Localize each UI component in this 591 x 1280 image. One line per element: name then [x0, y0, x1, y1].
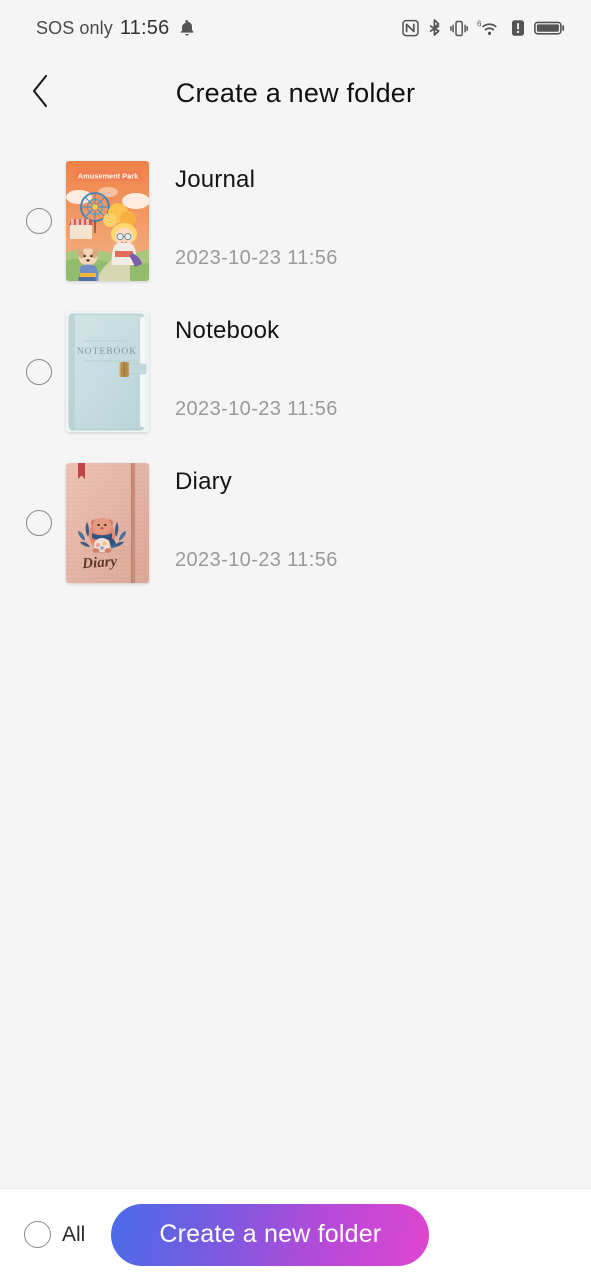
- mint-leather-notebook-cover-art: NOTEBOOK: [66, 311, 149, 432]
- wifi-6-icon: 6: [477, 19, 502, 38]
- select-all-control[interactable]: All: [24, 1221, 85, 1248]
- folder-template-list: Amusement Park Journal 2023-10-23 11:56 …: [0, 131, 591, 1188]
- item-radio-journal[interactable]: [26, 207, 52, 234]
- status-bar: SOS only 11:56 6: [0, 0, 591, 56]
- carrier-label: SOS only: [36, 17, 113, 38]
- item-meta: Journal 2023-10-23 11:56: [175, 161, 591, 281]
- phone-screen: SOS only 11:56 6 Create a new folder Amu…: [0, 0, 591, 1280]
- select-all-label: All: [62, 1222, 86, 1246]
- item-title: Journal: [175, 165, 256, 193]
- item-meta: Notebook 2023-10-23 11:56: [175, 312, 591, 432]
- list-item[interactable]: Amusement Park Journal 2023-10-23 11:56: [0, 145, 591, 296]
- status-bar-left: SOS only 11:56: [36, 17, 195, 40]
- cover-thumbnail-diary[interactable]: Diary: [66, 462, 149, 583]
- item-date: 2023-10-23 11:56: [175, 397, 338, 420]
- bell-icon: [179, 19, 195, 37]
- create-new-folder-button[interactable]: Create a new folder: [111, 1203, 430, 1266]
- list-item[interactable]: Diary Diary 2023-10-23 11:56: [0, 447, 591, 598]
- item-radio-diary[interactable]: [26, 509, 52, 536]
- cover-thumbnail-journal[interactable]: Amusement Park: [66, 160, 149, 281]
- list-item[interactable]: NOTEBOOK Notebook 2023-10-23 11:56: [0, 296, 591, 447]
- page-title: Create a new folder: [175, 78, 416, 108]
- svg-text:Diary: Diary: [81, 553, 118, 571]
- status-bar-right: 6: [402, 18, 565, 38]
- item-date: 2023-10-23 11:56: [175, 548, 338, 571]
- clock-label: 11:56: [119, 16, 170, 39]
- rose-glitter-diary-cover-art: Diary: [66, 462, 149, 583]
- bluetooth-icon: [428, 18, 441, 38]
- app-header: Create a new folder: [0, 56, 591, 131]
- battery-icon: [534, 19, 565, 37]
- chevron-left-icon: [30, 74, 52, 113]
- cover-thumbnail-notebook[interactable]: NOTEBOOK: [66, 311, 149, 432]
- bottom-action-bar: All Create a new folder: [0, 1188, 591, 1280]
- item-title: Notebook: [175, 316, 280, 344]
- vibrate-icon: [450, 19, 468, 38]
- select-all-radio[interactable]: [24, 1221, 51, 1248]
- item-radio-notebook[interactable]: [26, 358, 52, 385]
- back-button[interactable]: [18, 71, 64, 117]
- nfc-icon: [402, 19, 419, 37]
- item-title: Diary: [175, 467, 233, 495]
- item-meta: Diary 2023-10-23 11:56: [175, 463, 591, 583]
- item-date: 2023-10-23 11:56: [175, 246, 338, 269]
- svg-text:NOTEBOOK: NOTEBOOK: [77, 347, 137, 357]
- amusement-park-cover-art: Amusement Park: [66, 160, 149, 281]
- svg-text:Amusement Park: Amusement Park: [78, 171, 139, 180]
- svg-text:6: 6: [477, 19, 482, 28]
- alert-icon: [511, 19, 525, 37]
